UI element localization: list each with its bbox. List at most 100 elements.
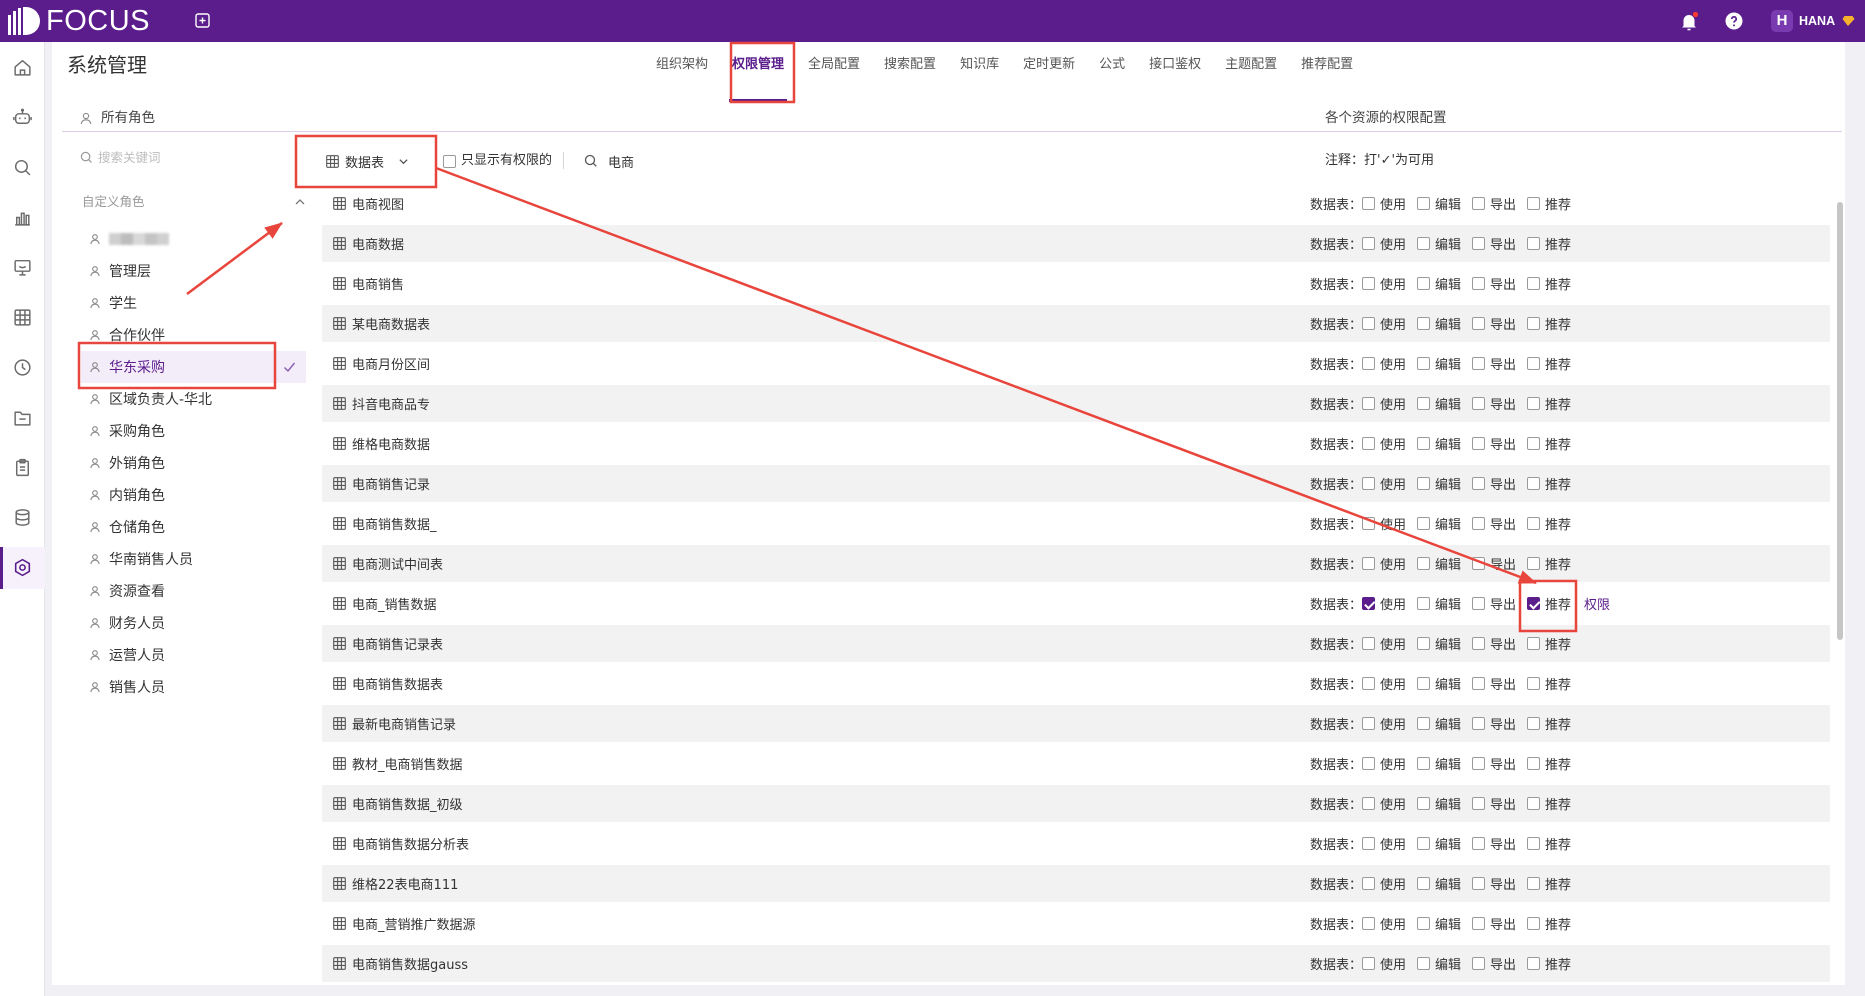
edit-checkbox[interactable] (1417, 277, 1430, 290)
use-permission[interactable]: 使用 (1362, 274, 1417, 293)
edit-checkbox[interactable] (1417, 357, 1430, 370)
nav-tab[interactable]: 定时更新 (1023, 56, 1075, 74)
export-permission[interactable]: 导出 (1472, 394, 1527, 413)
role-item[interactable]: 外销角色 (81, 447, 306, 479)
only-permitted-filter[interactable]: 只显示有权限的 (443, 153, 552, 169)
role-item[interactable]: 管理层 (81, 255, 306, 287)
edit-permission[interactable]: 编辑 (1417, 754, 1472, 773)
role-item[interactable]: 运营人员 (81, 639, 306, 671)
use-permission[interactable]: 使用 (1362, 554, 1417, 573)
export-checkbox[interactable] (1472, 637, 1485, 650)
use-checkbox[interactable] (1362, 677, 1375, 690)
edit-permission[interactable]: 编辑 (1417, 194, 1472, 213)
edit-permission[interactable]: 编辑 (1417, 354, 1472, 373)
chevron-up-icon[interactable] (294, 196, 306, 208)
recommend-permission[interactable]: 推荐 (1527, 594, 1582, 613)
recommend-checkbox[interactable] (1527, 757, 1540, 770)
export-permission[interactable]: 导出 (1472, 474, 1527, 493)
focus-logo-icon[interactable] (7, 6, 41, 36)
edit-checkbox[interactable] (1417, 837, 1430, 850)
recommend-permission[interactable]: 推荐 (1527, 314, 1582, 333)
use-permission[interactable]: 使用 (1362, 754, 1417, 773)
recommend-permission[interactable]: 推荐 (1527, 954, 1582, 973)
export-permission[interactable]: 导出 (1472, 794, 1527, 813)
role-item[interactable]: 销售人员 (81, 671, 306, 703)
use-checkbox[interactable] (1362, 357, 1375, 370)
use-checkbox[interactable] (1362, 557, 1375, 570)
edit-checkbox[interactable] (1417, 237, 1430, 250)
edit-permission[interactable]: 编辑 (1417, 554, 1472, 573)
recommend-checkbox[interactable] (1527, 397, 1540, 410)
clipboard-icon[interactable] (12, 457, 33, 478)
logo-text[interactable]: FOCUS (46, 3, 150, 39)
add-icon[interactable] (195, 13, 210, 28)
edit-checkbox[interactable] (1417, 517, 1430, 530)
recommend-permission[interactable]: 推荐 (1527, 474, 1582, 493)
edit-checkbox[interactable] (1417, 757, 1430, 770)
role-item[interactable]: 学生 (81, 287, 306, 319)
export-checkbox[interactable] (1472, 397, 1485, 410)
edit-checkbox[interactable] (1417, 437, 1430, 450)
use-checkbox[interactable] (1362, 757, 1375, 770)
edit-permission[interactable]: 编辑 (1417, 834, 1472, 853)
use-checkbox[interactable] (1362, 317, 1375, 330)
resource-search-input[interactable] (608, 153, 728, 169)
table-icon[interactable] (12, 307, 33, 328)
recommend-permission[interactable]: 推荐 (1527, 714, 1582, 733)
use-checkbox[interactable] (1362, 477, 1375, 490)
use-permission[interactable]: 使用 (1362, 914, 1417, 933)
settings-icon[interactable] (12, 557, 33, 578)
edit-permission[interactable]: 编辑 (1417, 274, 1472, 293)
role-group-label[interactable]: 自定义角色 (82, 194, 145, 210)
use-checkbox[interactable] (1362, 877, 1375, 890)
edit-checkbox[interactable] (1417, 877, 1430, 890)
recommend-permission[interactable]: 推荐 (1527, 514, 1582, 533)
recommend-checkbox[interactable] (1527, 517, 1540, 530)
export-permission[interactable]: 导出 (1472, 634, 1527, 653)
use-permission[interactable]: 使用 (1362, 714, 1417, 733)
nav-tab[interactable]: 组织架构 (656, 56, 708, 74)
edit-checkbox[interactable] (1417, 397, 1430, 410)
resource-search-box[interactable] (584, 151, 728, 171)
export-permission[interactable]: 导出 (1472, 234, 1527, 253)
use-checkbox[interactable] (1362, 637, 1375, 650)
role-item[interactable]: 华东采购 (81, 351, 306, 383)
export-permission[interactable]: 导出 (1472, 434, 1527, 453)
export-checkbox[interactable] (1472, 197, 1485, 210)
edit-checkbox[interactable] (1417, 797, 1430, 810)
edit-permission[interactable]: 编辑 (1417, 234, 1472, 253)
edit-checkbox[interactable] (1417, 477, 1430, 490)
nav-tab[interactable]: 知识库 (960, 56, 999, 74)
use-checkbox[interactable] (1362, 957, 1375, 970)
export-checkbox[interactable] (1472, 877, 1485, 890)
only-permitted-checkbox[interactable] (443, 154, 456, 168)
use-permission[interactable]: 使用 (1362, 474, 1417, 493)
role-item[interactable]: 采购角色 (81, 415, 306, 447)
recommend-permission[interactable]: 推荐 (1527, 354, 1582, 373)
edit-permission[interactable]: 编辑 (1417, 674, 1472, 693)
bell-icon[interactable] (1680, 11, 1699, 31)
use-checkbox[interactable] (1362, 717, 1375, 730)
recommend-permission[interactable]: 推荐 (1527, 794, 1582, 813)
edit-permission[interactable]: 编辑 (1417, 874, 1472, 893)
export-checkbox[interactable] (1472, 277, 1485, 290)
use-permission[interactable]: 使用 (1362, 314, 1417, 333)
export-permission[interactable]: 导出 (1472, 714, 1527, 733)
export-checkbox[interactable] (1472, 557, 1485, 570)
user-name[interactable]: HANA (1799, 13, 1835, 29)
use-permission[interactable]: 使用 (1362, 674, 1417, 693)
use-permission[interactable]: 使用 (1362, 354, 1417, 373)
recommend-checkbox[interactable] (1527, 917, 1540, 930)
use-permission[interactable]: 使用 (1362, 954, 1417, 973)
recommend-permission[interactable]: 推荐 (1527, 754, 1582, 773)
dashboard-icon[interactable] (12, 257, 33, 278)
export-checkbox[interactable] (1472, 677, 1485, 690)
use-checkbox[interactable] (1362, 517, 1375, 530)
recommend-checkbox[interactable] (1527, 237, 1540, 250)
export-permission[interactable]: 导出 (1472, 554, 1527, 573)
use-permission[interactable]: 使用 (1362, 874, 1417, 893)
recommend-checkbox[interactable] (1527, 437, 1540, 450)
edit-permission[interactable]: 编辑 (1417, 434, 1472, 453)
scrollbar-thumb[interactable] (1837, 202, 1843, 640)
user-avatar[interactable]: H (1771, 10, 1793, 32)
